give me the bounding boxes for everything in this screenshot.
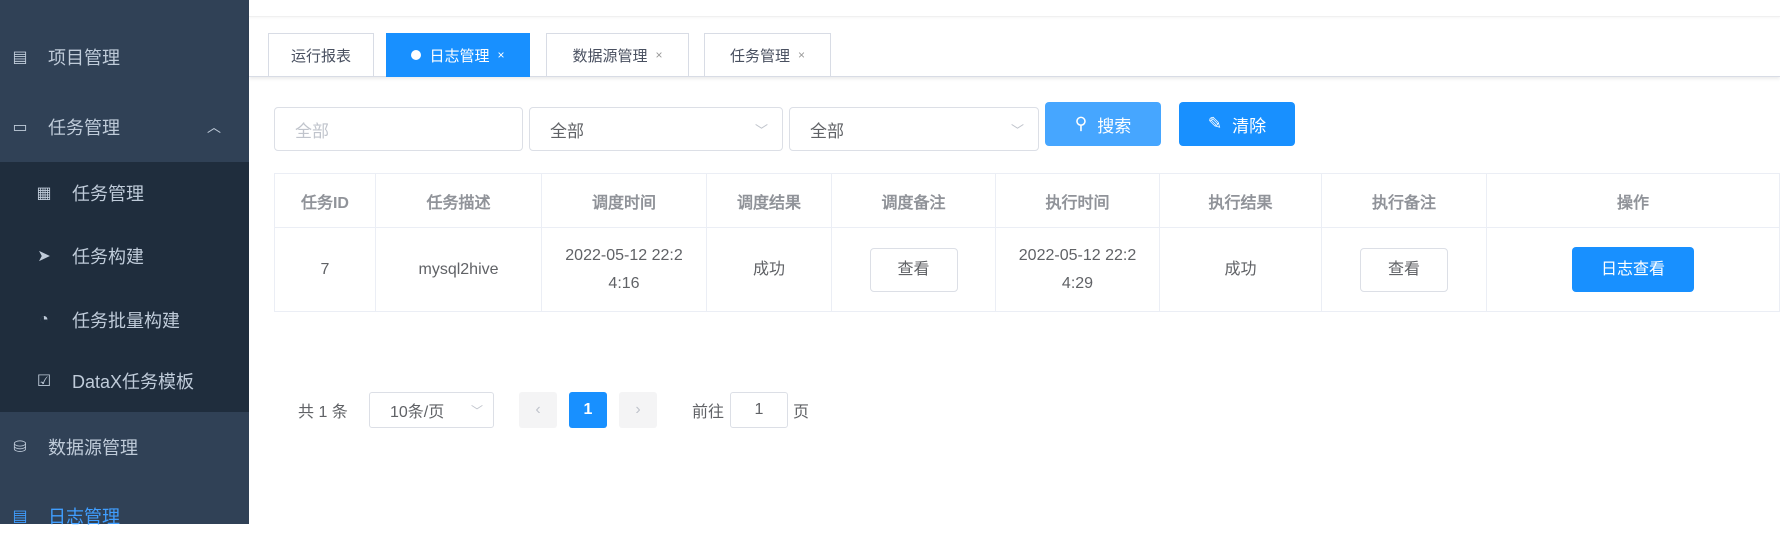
close-icon[interactable]: ×	[798, 48, 805, 62]
tab-label: 日志管理	[429, 47, 490, 65]
label: 任务管理	[72, 184, 144, 204]
column-header: 执行结果	[1159, 173, 1322, 228]
select-value: 全部	[550, 121, 584, 141]
sidebar-item-task-build[interactable]: ➤ 任务构建	[0, 228, 249, 284]
monitor-icon: ▭	[12, 119, 28, 136]
cell-action: 日志查看	[1486, 227, 1780, 312]
tab-task-manage[interactable]: 任务管理 ×	[704, 33, 831, 77]
page-1-button[interactable]: 1	[569, 392, 607, 428]
column-header: 执行时间	[995, 173, 1160, 228]
cell-exec-result: 成功	[1159, 227, 1322, 312]
send-icon: ➤	[37, 248, 51, 265]
close-icon[interactable]: ×	[498, 48, 505, 62]
sidebar-item-task-manage[interactable]: ▦ 任务管理	[0, 165, 249, 221]
next-page-button[interactable]: ›	[619, 392, 657, 428]
column-header: 执行备注	[1321, 173, 1487, 228]
view-exec-note-button[interactable]: 查看	[1360, 247, 1448, 292]
edit-icon: ✎	[1207, 114, 1223, 133]
time-text: 2022-05-12 22:24:29	[1018, 246, 1137, 292]
log-table: 任务ID 任务描述 调度时间 调度结果 调度备注 执行时间 执行结果 执行备注 …	[274, 173, 1780, 312]
dashboard-icon: ◔	[39, 311, 49, 328]
column-header: 调度备注	[831, 173, 996, 228]
page-number: 1	[583, 401, 593, 418]
goto-page-input[interactable]: 1	[730, 392, 788, 428]
chevron-down-icon: ﹀	[1010, 122, 1024, 138]
select-value: 10条/页	[390, 404, 445, 421]
tab-datasource[interactable]: 数据源管理 ×	[546, 33, 689, 77]
column-header: 任务ID	[274, 173, 376, 228]
sidebar-item-batch-build[interactable]: ◔ 任务批量构建	[0, 292, 249, 348]
label: 搜索	[1097, 116, 1132, 136]
tags-view: 运行报表 日志管理 × 数据源管理 × 任务管理 ×	[249, 17, 1780, 77]
cell-trigger-result: 成功	[706, 227, 832, 312]
project-icon: ▤	[12, 49, 28, 66]
task-filter-input[interactable]: 全部	[274, 107, 523, 151]
sidebar-item-task-group[interactable]: ▭ 任务管理 ︿	[0, 99, 249, 155]
tab-label: 数据源管理	[572, 47, 648, 65]
label: DataX任务模板	[72, 372, 195, 392]
clear-button[interactable]: ✎ 清除	[1179, 102, 1295, 146]
cell-exec-time: 2022-05-12 22:24:29	[995, 227, 1160, 312]
label: 清除	[1232, 116, 1267, 136]
table-row: 7 mysql2hive 2022-05-12 22:24:16 成功 查看 2…	[274, 227, 1780, 312]
column-header: 任务描述	[375, 173, 542, 228]
goto-label: 前往	[692, 404, 725, 421]
label: 日志管理	[48, 507, 120, 527]
prev-page-button[interactable]: ‹	[519, 392, 557, 428]
close-icon[interactable]: ×	[656, 48, 663, 62]
sidebar-item-datax-template[interactable]: ☑ DataX任务模板	[0, 353, 249, 409]
tab-log-manage[interactable]: 日志管理 ×	[386, 33, 530, 77]
active-dot-icon	[411, 50, 422, 60]
column-header: 调度时间	[541, 173, 707, 228]
cell-trigger-time: 2022-05-12 22:24:16	[541, 227, 707, 312]
clipboard-icon: ☑	[36, 373, 52, 390]
chevron-up-icon: ︿	[207, 119, 221, 135]
cell-exec-note: 查看	[1321, 227, 1487, 312]
tab-label: 运行报表	[290, 47, 351, 65]
search-icon: ⚲	[1074, 114, 1088, 133]
select-value: 全部	[810, 121, 844, 141]
column-header: 调度结果	[706, 173, 832, 228]
column-header: 操作	[1486, 173, 1780, 228]
label: 任务构建	[72, 247, 144, 267]
navbar	[249, 0, 1780, 17]
sidebar-item-project[interactable]: ▤ 项目管理	[0, 29, 249, 85]
sidebar-item-datasource[interactable]: ⛁ 数据源管理	[0, 419, 249, 475]
tab-run-report[interactable]: 运行报表	[268, 33, 374, 77]
status-select-1[interactable]: 全部 ﹀	[529, 107, 783, 151]
label: 项目管理	[48, 48, 120, 68]
cell-desc: mysql2hive	[375, 227, 542, 312]
document-icon: ▤	[12, 508, 28, 525]
chevron-right-icon: ›	[635, 401, 641, 418]
cell-trigger-note: 查看	[831, 227, 996, 312]
search-button[interactable]: ⚲ 搜索	[1045, 102, 1161, 146]
status-select-2[interactable]: 全部 ﹀	[789, 107, 1039, 151]
goto-suffix: 页	[793, 404, 810, 421]
chevron-left-icon: ‹	[535, 401, 541, 418]
database-icon: ⛁	[13, 439, 27, 456]
page-size-select[interactable]: 10条/页 ﹀	[369, 392, 494, 428]
calendar-icon: ▦	[36, 185, 52, 202]
label: 任务管理	[48, 118, 120, 138]
sidebar-item-log[interactable]: ▤ 日志管理	[0, 488, 249, 544]
pagination-total: 共 1 条	[298, 404, 348, 421]
cell-id: 7	[274, 227, 376, 312]
view-log-button[interactable]: 日志查看	[1572, 247, 1694, 292]
chevron-down-icon: ﹀	[754, 122, 768, 138]
input-value: 1	[754, 401, 764, 418]
table-header: 任务ID 任务描述 调度时间 调度结果 调度备注 执行时间 执行结果 执行备注 …	[274, 173, 1780, 228]
label: 数据源管理	[48, 438, 138, 458]
time-text: 2022-05-12 22:24:16	[565, 246, 683, 292]
sidebar: ▤ 项目管理 ▭ 任务管理 ︿ ▦ 任务管理 ➤ 任务构建 ◔ 任务批量构建 ☑ DataX任…	[0, 0, 249, 527]
view-trigger-note-button[interactable]: 查看	[869, 247, 958, 292]
chevron-down-icon: ﹀	[470, 403, 483, 418]
placeholder: 全部	[295, 121, 329, 141]
tab-label: 任务管理	[729, 47, 790, 65]
label: 任务批量构建	[72, 311, 180, 331]
